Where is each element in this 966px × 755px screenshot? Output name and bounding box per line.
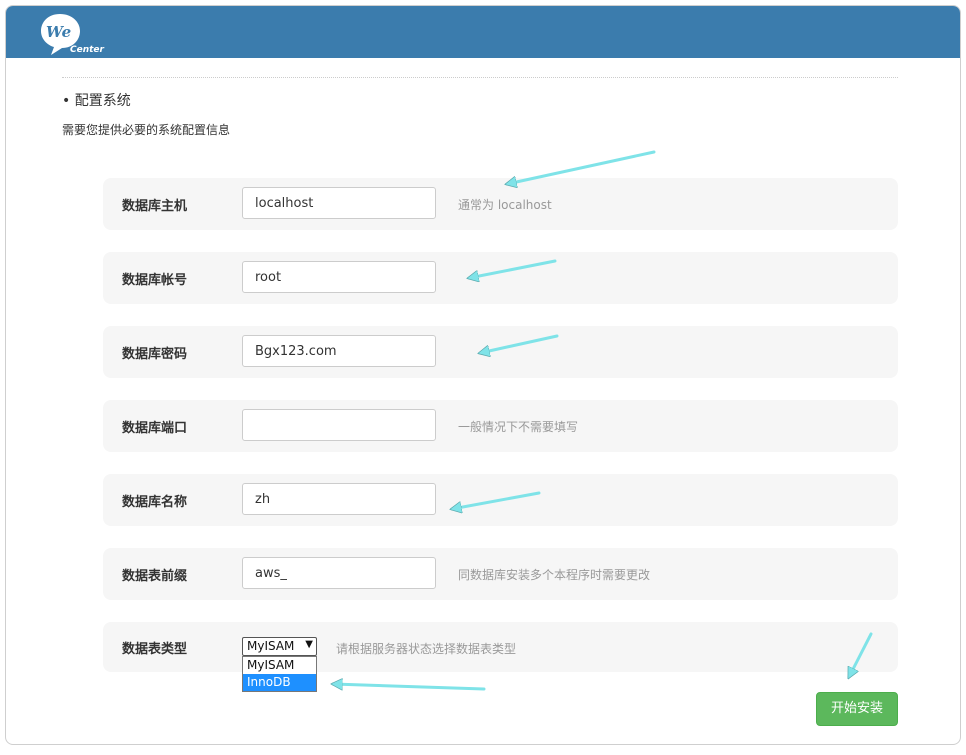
db-prefix-input[interactable]	[242, 557, 436, 589]
triangle-down-icon: ▼	[305, 639, 313, 650]
db-port-input[interactable]	[242, 409, 436, 441]
section-title: • 配置系统	[62, 93, 131, 109]
logo-we-text: We	[46, 23, 71, 41]
db-engine-label: 数据表类型	[122, 642, 188, 657]
form-row-db-port: 数据库端口 一般情况下不需要填写	[103, 400, 898, 452]
db-host-input[interactable]	[242, 187, 436, 219]
wecenter-logo: We Center	[41, 14, 105, 55]
db-prefix-label: 数据表前缀	[122, 569, 188, 584]
logo-center-text: Center	[70, 45, 105, 55]
db-engine-select[interactable]: MyISAM ▼	[242, 637, 317, 656]
form-row-db-pass: 数据库密码	[103, 326, 898, 378]
dropdown-option-innodb[interactable]: InnoDB	[243, 674, 316, 691]
form-row-db-user: 数据库帐号	[103, 252, 898, 304]
db-name-label: 数据库名称	[122, 495, 188, 510]
db-host-hint: 通常为 localhost	[458, 198, 552, 212]
section-divider	[62, 77, 898, 78]
form-row-db-prefix: 数据表前缀 同数据库安装多个本程序时需要更改	[103, 548, 898, 600]
db-user-input[interactable]	[242, 261, 436, 293]
db-name-input[interactable]	[242, 483, 436, 515]
dropdown-option-myisam[interactable]: MyISAM	[243, 657, 316, 674]
form-row-db-name: 数据库名称	[103, 474, 898, 526]
installer-window: We Center • 配置系统 需要您提供必要的系统配置信息 数据库主机 通常…	[5, 5, 961, 745]
db-port-hint: 一般情况下不需要填写	[458, 420, 579, 434]
section-description: 需要您提供必要的系统配置信息	[62, 123, 231, 137]
db-prefix-hint: 同数据库安装多个本程序时需要更改	[458, 568, 651, 582]
db-pass-label: 数据库密码	[122, 347, 188, 362]
db-engine-dropdown-list: MyISAM InnoDB	[242, 656, 317, 692]
db-user-label: 数据库帐号	[122, 273, 188, 288]
db-host-label: 数据库主机	[122, 199, 188, 214]
db-engine-selected-value: MyISAM	[247, 639, 295, 653]
form-row-db-host: 数据库主机 通常为 localhost	[103, 178, 898, 230]
form-row-db-engine: 数据表类型 MyISAM ▼ 请根据服务器状态选择数据表类型	[103, 622, 898, 672]
db-port-label: 数据库端口	[122, 421, 188, 436]
db-engine-hint: 请根据服务器状态选择数据表类型	[336, 642, 517, 656]
app-header: We Center	[6, 6, 960, 58]
start-install-button[interactable]: 开始安装	[816, 692, 898, 726]
db-pass-input[interactable]	[242, 335, 436, 367]
